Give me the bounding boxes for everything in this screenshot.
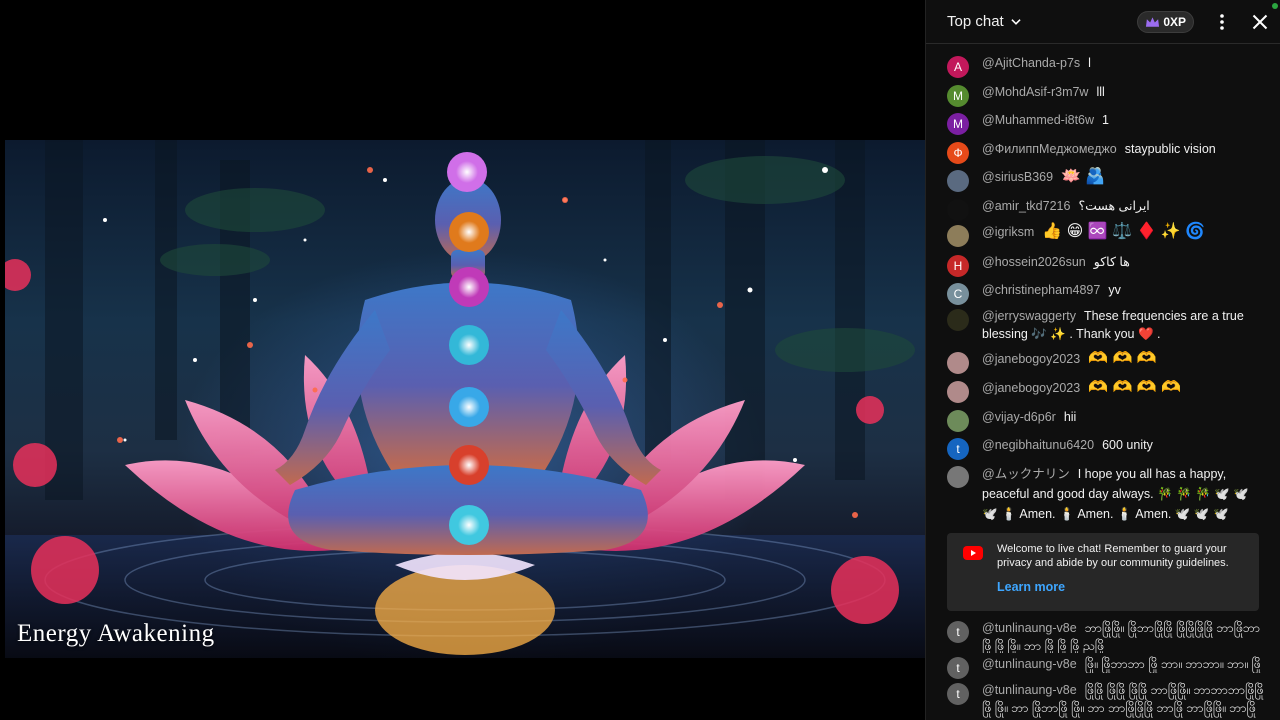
chat-message: @vijay-d6p6r hii [926, 408, 1092, 432]
chat-message: t @tunlinaung-v8e ဖြို။ ဖြိုဘာဘာ ဖြို ဘာ။… [926, 655, 1280, 679]
avatar[interactable]: M [947, 113, 969, 135]
xp-label: 0XP [1163, 14, 1186, 29]
video-frame[interactable]: Energy Awakening [5, 140, 925, 658]
live-chat-panel: Top chat 0XP A @AjitChanda-p7s l M @Mohd… [925, 0, 1280, 720]
video-artwork [5, 140, 925, 658]
welcome-notice: Welcome to live chat! Remember to guard … [947, 533, 1259, 611]
chat-message: C @christinepham4897 yv [926, 281, 1137, 305]
avatar[interactable]: t [947, 683, 969, 705]
avatar[interactable] [947, 170, 969, 192]
avatar[interactable]: H [947, 255, 969, 277]
chat-message: t @tunlinaung-v8e ဖြိုဖြို ဖြိုဖြို ဖြိုဖ… [926, 681, 1280, 720]
chat-message: @janebogoy2023 🫶 🫶 🫶 🫶 [926, 379, 1200, 403]
message-text: 👍 😁 ♾️ ⚖️ ♦️ ✨ 🌀 [1042, 223, 1206, 240]
author-name[interactable]: @siriusB369 [982, 170, 1053, 184]
author-name[interactable]: @Muhammed-i8t6w [982, 113, 1094, 127]
chat-message: M @Muhammed-i8t6w 1 [926, 111, 1125, 135]
chevron-down-icon [1011, 18, 1021, 25]
avatar[interactable] [947, 352, 969, 374]
avatar[interactable]: t [947, 657, 969, 679]
avatar[interactable] [947, 381, 969, 403]
author-name[interactable]: @janebogoy2023 [982, 352, 1080, 366]
status-dot [1272, 3, 1278, 9]
chat-message: A @AjitChanda-p7s l [926, 54, 1107, 78]
author-name[interactable]: @jerryswaggerty [982, 309, 1076, 323]
learn-more-link[interactable]: Learn more [997, 580, 1065, 594]
avatar[interactable]: t [947, 438, 969, 460]
more-vert-icon [1220, 13, 1224, 30]
author-name[interactable]: @janebogoy2023 [982, 381, 1080, 395]
message-text: hii [1063, 410, 1077, 424]
author-name[interactable]: @negibhaitunu6420 [982, 438, 1094, 452]
author-name[interactable]: @christinepham4897 [982, 283, 1100, 297]
message-text: 🪷 🫂 [1061, 168, 1106, 185]
video-title-overlay: Energy Awakening [17, 620, 215, 647]
close-icon [1252, 14, 1268, 29]
youtube-icon [963, 546, 983, 560]
avatar[interactable] [947, 225, 969, 247]
message-text: lll [1096, 85, 1105, 99]
chat-message: @jerryswaggerty These frequencies are a t… [926, 307, 1280, 343]
author-name[interactable]: @AjitChanda-p7s [982, 56, 1080, 70]
author-name[interactable]: @ムックナリン [982, 467, 1070, 481]
avatar[interactable] [947, 309, 969, 331]
chat-message: @ムックナリン I hope you all has a happy, peace… [926, 464, 1280, 524]
message-text: 600 unity [1102, 438, 1153, 452]
author-name[interactable]: @MohdAsif-r3m7w [982, 85, 1088, 99]
message-text: 1 [1102, 113, 1109, 127]
avatar[interactable] [947, 199, 969, 221]
xp-badge[interactable]: 0XP [1137, 10, 1194, 33]
video-player[interactable]: Energy Awakening [0, 0, 925, 720]
more-options-button[interactable] [1212, 12, 1232, 32]
chat-mode-dropdown[interactable]: Top chat [947, 13, 1023, 30]
message-text: 🫶 🫶 🫶 🫶 [1088, 379, 1182, 396]
author-name[interactable]: @tunlinaung-v8e [982, 683, 1077, 697]
avatar[interactable]: M [947, 85, 969, 107]
avatar[interactable]: C [947, 283, 969, 305]
crown-icon [1146, 16, 1160, 27]
message-text: ဖြို။ ဖြိုဘာဘာ ဖြို ဘာ။ ဘာဘာ။ ဘာ။ ဖြို [1084, 657, 1261, 671]
author-name[interactable]: @vijay-d6p6r [982, 410, 1056, 424]
message-text: staypublic vision [1124, 142, 1216, 156]
avatar[interactable] [947, 410, 969, 432]
author-name[interactable]: @ФилиппМеджомеджо [982, 142, 1117, 156]
author-name[interactable]: @igriksm [982, 225, 1034, 239]
avatar[interactable]: t [947, 621, 969, 643]
author-name[interactable]: @tunlinaung-v8e [982, 657, 1077, 671]
chat-message: Ф @ФилиппМеджомеджо staypublic vision [926, 140, 1232, 164]
welcome-text: Welcome to live chat! Remember to guard … [997, 543, 1229, 569]
chat-message: @janebogoy2023 🫶 🫶 🫶 [926, 350, 1176, 374]
chat-message: @amir_tkd7216 ایرانی هست؟ [926, 197, 1166, 221]
chat-message: t @tunlinaung-v8e ဘာဖြိုဖြို။ ဖြိုဘာဖြိုဖ… [926, 619, 1280, 653]
chat-message: H @hossein2026sun ها کاکو [926, 253, 1146, 277]
message-text: ها کاکو [1093, 255, 1130, 269]
message-text: l [1088, 56, 1091, 70]
message-text: 🫶 🫶 🫶 [1088, 350, 1157, 367]
chat-messages[interactable]: A @AjitChanda-p7s l M @MohdAsif-r3m7w lll … [926, 44, 1280, 720]
message-text: ایرانی هست؟ [1078, 199, 1150, 213]
chat-mode-label: Top chat [947, 13, 1004, 30]
chat-message: @igriksm 👍 😁 ♾️ ⚖️ ♦️ ✨ 🌀 [926, 223, 1224, 247]
chat-header: Top chat 0XP [926, 0, 1280, 44]
avatar[interactable]: Ф [947, 142, 969, 164]
chat-message: @siriusB369 🪷 🫂 [926, 168, 1124, 192]
avatar[interactable]: A [947, 56, 969, 78]
avatar[interactable] [947, 466, 969, 488]
message-text: yv [1108, 283, 1121, 297]
author-name[interactable]: @hossein2026sun [982, 255, 1086, 269]
author-name[interactable]: @tunlinaung-v8e [982, 621, 1077, 635]
close-chat-button[interactable] [1250, 12, 1270, 32]
chat-message: M @MohdAsif-r3m7w lll [926, 83, 1121, 107]
chat-message: t @negibhaitunu6420 600 unity [926, 436, 1169, 460]
author-name[interactable]: @amir_tkd7216 [982, 199, 1070, 213]
